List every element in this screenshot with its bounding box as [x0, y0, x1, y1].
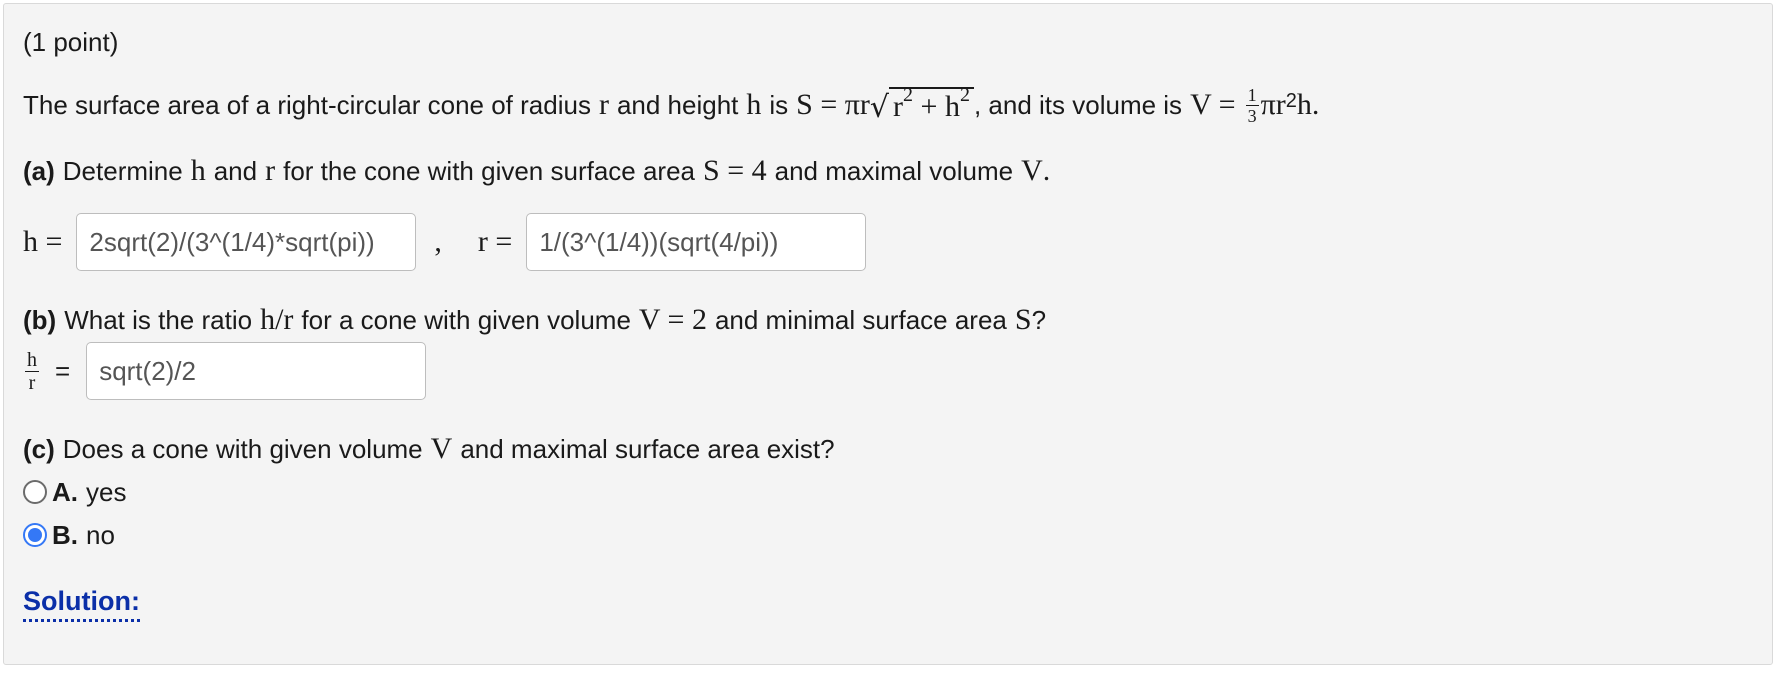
part-c-question: (c) Does a cone with given volume V and … [23, 429, 835, 469]
option-a-radio[interactable] [23, 480, 47, 504]
intro-text-3: is [769, 89, 789, 120]
solution-row: Solution: [23, 584, 140, 624]
part-a-label: (a) [23, 155, 55, 186]
h-answer-input[interactable]: 2sqrt(2)/(3^(1/4)*sqrt(pi)) [76, 213, 417, 271]
solution-link[interactable]: Solution: [23, 586, 140, 622]
part-a-V: V [1021, 154, 1043, 187]
surface-formula-lhs: S = πr [796, 88, 870, 121]
option-b-letter: B. [52, 519, 78, 550]
intro-text-2: and height [616, 89, 739, 120]
option-b-radio[interactable] [23, 523, 47, 547]
part-a-text-2: and [213, 155, 258, 186]
points-label: (1 point) [23, 26, 119, 57]
option-b-text: no [86, 519, 115, 550]
volume-formula-lhs: V = [1190, 88, 1236, 121]
part-b-ratio: h/r [260, 303, 294, 336]
part-b-question-mark: ? [1031, 304, 1047, 335]
part-c-label: (c) [23, 433, 55, 464]
fraction-numerator: 1 [1245, 84, 1259, 106]
option-a-letter: A. [52, 476, 78, 507]
radicand-exp-2: 2 [959, 84, 970, 107]
ratio-denominator: r [28, 371, 36, 394]
height-symbol: h [746, 88, 762, 121]
part-a-period: . [1042, 154, 1051, 187]
fraction-denominator: 3 [1247, 105, 1257, 126]
radicand-r: r [893, 90, 904, 124]
option-a-row[interactable]: A. yes [23, 472, 126, 512]
intro-statement: The surface area of a right-circular con… [23, 84, 1320, 126]
volume-formula-rhs-a: πr [1260, 88, 1286, 121]
volume-formula-rhs-b: h. [1296, 88, 1320, 121]
ratio-answer-input[interactable]: sqrt(2)/2 [86, 342, 427, 400]
points-row: (1 point) [23, 24, 118, 60]
h-answer-label: h = [23, 225, 63, 258]
radicand-exp-1: 2 [903, 84, 914, 107]
option-b-row[interactable]: B. no [23, 515, 115, 555]
ratio-fraction: h r [25, 350, 39, 393]
square-root: √ r2 + h2 [869, 84, 974, 125]
part-a-text-3: for the cone with given surface area [283, 155, 696, 186]
part-b-answer-row: h r = sqrt(2)/2 [23, 341, 427, 401]
intro-text-4: , and its volume is [973, 89, 1183, 120]
part-a-text-1: Determine [62, 155, 183, 186]
part-a-condition: S = 4 [703, 154, 767, 187]
ratio-equals: = [55, 355, 71, 386]
option-a-text: yes [86, 476, 127, 507]
ratio-numerator: h [25, 348, 39, 372]
part-a-answers: h = 2sqrt(2)/(3^(1/4)*sqrt(pi)) , r = 1/… [23, 212, 867, 272]
part-b-question: (b) What is the ratio h/r for a cone wit… [23, 300, 1046, 340]
part-b-label: (b) [23, 304, 57, 335]
part-b-condition: V = 2 [638, 303, 707, 336]
part-a-h: h [190, 154, 206, 187]
radius-symbol: r [598, 88, 609, 121]
part-c-text-2: and maximal surface area exist? [460, 433, 835, 464]
part-b-text-2: for a cone with given volume [301, 304, 631, 335]
r-answer-input[interactable]: 1/(3^(1/4))(sqrt(4/pi)) [526, 213, 867, 271]
radical-sign: √ [869, 89, 890, 125]
radicand-plus-h: + h [913, 90, 960, 124]
part-a-text-4: and maximal volume [774, 155, 1014, 186]
part-b-S: S [1014, 303, 1032, 336]
radicand: r2 + h2 [889, 84, 974, 124]
answer-separator: , [434, 225, 442, 258]
part-c-V: V [430, 432, 453, 465]
part-a-question: (a) Determine h and r for the cone with … [23, 151, 1050, 191]
intro-text-1: The surface area of a right-circular con… [23, 89, 591, 120]
part-b-text-3: and minimal surface area [714, 304, 1007, 335]
one-third-fraction: 1 3 [1245, 84, 1259, 126]
problem-panel: (1 point) The surface area of a right-ci… [3, 3, 1773, 665]
part-b-text-1: What is the ratio [64, 304, 253, 335]
r-answer-label: r = [477, 225, 513, 258]
part-c-text-1: Does a cone with given volume [62, 433, 423, 464]
part-a-r: r [265, 154, 276, 187]
